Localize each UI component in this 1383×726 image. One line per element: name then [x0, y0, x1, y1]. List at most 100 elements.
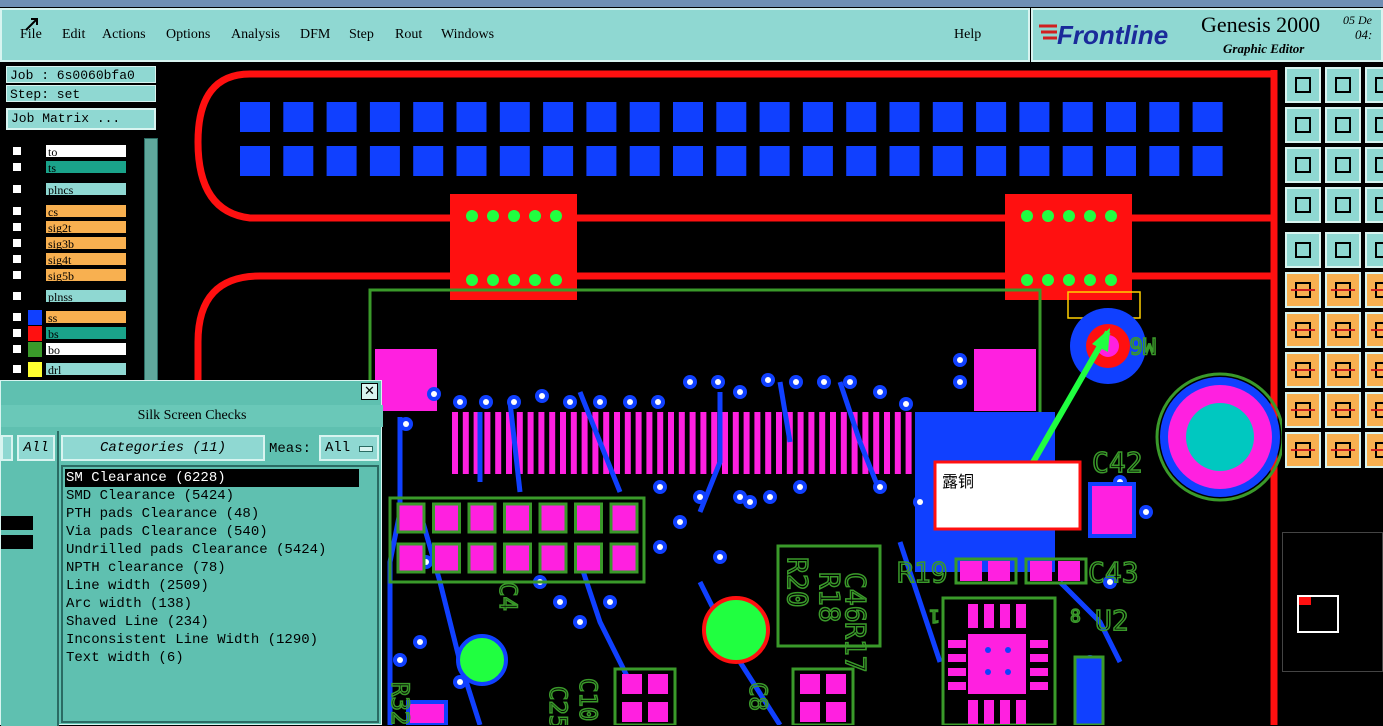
layer-row-sig2t[interactable]: sig2t [10, 220, 128, 235]
category-item[interactable]: Inconsistent Line Width (1290) [65, 631, 359, 649]
left-scroll-button[interactable] [1, 435, 13, 461]
category-item[interactable]: PTH pads Clearance (48) [65, 505, 359, 523]
triangle-edge-icon[interactable] [1365, 392, 1383, 428]
measure-icon[interactable] [1285, 187, 1321, 223]
select-box-icon[interactable] [1325, 432, 1361, 468]
layer-name[interactable]: ts [45, 160, 127, 175]
grid-icon[interactable] [1325, 187, 1361, 223]
layer-row-drl[interactable]: drl [10, 362, 128, 377]
zoom-icon[interactable] [1365, 107, 1383, 143]
arc-icon[interactable] [1365, 312, 1383, 348]
cross-icon[interactable] [1325, 272, 1361, 308]
layer-name[interactable]: sig2t [45, 220, 127, 235]
layer-color-swatch[interactable] [28, 220, 42, 235]
layer-row-bs[interactable]: bs [10, 326, 128, 341]
layer-checkbox[interactable] [12, 328, 22, 338]
layer-checkbox[interactable] [12, 162, 22, 172]
layer-color-swatch[interactable] [28, 144, 42, 159]
category-item[interactable]: Line width (2509) [65, 577, 359, 595]
all-button[interactable]: All [17, 435, 55, 461]
menu-dfm[interactable]: DFM [300, 27, 330, 43]
menu-edit[interactable]: Edit [62, 27, 85, 43]
menu-actions[interactable]: Actions [102, 27, 146, 43]
layer-color-swatch[interactable] [28, 236, 42, 251]
snap-icon[interactable] [1365, 187, 1383, 223]
layer-checkbox[interactable] [12, 184, 22, 194]
categories-button[interactable]: Categories (11) [61, 435, 265, 461]
layer-row-cs[interactable]: cs [10, 204, 128, 219]
layer-color-swatch[interactable] [28, 326, 42, 341]
category-item[interactable]: Text width (6) [65, 649, 359, 667]
move-right-icon[interactable] [1325, 107, 1361, 143]
layer-name[interactable]: cs [45, 204, 127, 219]
layer-color-swatch[interactable] [28, 204, 42, 219]
layer-row-ts[interactable]: ts [10, 160, 128, 175]
layer-color-swatch[interactable] [28, 342, 42, 357]
layer-checkbox[interactable] [12, 146, 22, 156]
menu-step[interactable]: Step [349, 27, 374, 43]
layer-icon[interactable] [1325, 232, 1361, 268]
layer-checkbox[interactable] [12, 270, 22, 280]
move-up-icon[interactable] [1285, 67, 1321, 103]
layer-name[interactable]: to [45, 144, 127, 159]
triangle-icon[interactable] [1285, 392, 1321, 428]
category-item[interactable]: Undrilled pads Clearance (5424) [65, 541, 359, 559]
move-down-icon[interactable] [1325, 67, 1361, 103]
layer-scrollbar[interactable] [144, 138, 158, 384]
layer-name[interactable]: ss [45, 310, 127, 325]
layer-row-sig5b[interactable]: sig5b [10, 268, 128, 283]
menu-help[interactable]: Help [954, 27, 981, 43]
zoom-fit-icon[interactable] [1285, 147, 1321, 183]
layer-row-plncs[interactable]: plncs [10, 182, 128, 197]
net-icon[interactable] [1285, 272, 1321, 308]
connect-icon[interactable] [1365, 272, 1383, 308]
layer-name[interactable]: sig4t [45, 252, 127, 267]
scroll-icon[interactable] [1365, 67, 1383, 103]
zoom-center-icon[interactable] [1325, 147, 1361, 183]
overview-minimap[interactable] [1282, 532, 1383, 672]
line-icon[interactable] [1325, 312, 1361, 348]
layer-checkbox[interactable] [12, 206, 22, 216]
menu-analysis[interactable]: Analysis [231, 27, 280, 43]
triangle-select-icon[interactable] [1325, 392, 1361, 428]
category-item[interactable]: Via pads Clearance (540) [65, 523, 359, 541]
layer-name[interactable]: drl [45, 362, 127, 377]
job-matrix-button[interactable]: Job Matrix ... [6, 108, 156, 130]
layer-name[interactable]: plnss [45, 289, 127, 304]
layer-row-bo[interactable]: bo [10, 342, 128, 357]
select-area-icon[interactable] [1365, 432, 1383, 468]
layer-color-swatch[interactable] [28, 268, 42, 283]
layer-checkbox[interactable] [12, 291, 22, 301]
layer-color-swatch[interactable] [28, 182, 42, 197]
angle-icon[interactable] [1285, 312, 1321, 348]
category-item[interactable]: SM Clearance (6228) [65, 469, 359, 487]
minimap-viewport[interactable] [1297, 595, 1339, 633]
select-arrow-icon[interactable] [1285, 432, 1321, 468]
layer-checkbox[interactable] [12, 344, 22, 354]
menu-options[interactable]: Options [166, 27, 210, 43]
meas-select[interactable]: All [319, 435, 379, 461]
layer-name[interactable]: sig5b [45, 268, 127, 283]
layer-checkbox[interactable] [12, 254, 22, 264]
layer-checkbox[interactable] [12, 222, 22, 232]
layer-row-to[interactable]: to [10, 144, 128, 159]
category-item[interactable]: Shaved Line (234) [65, 613, 359, 631]
pad-icon[interactable] [1285, 232, 1321, 268]
layer-checkbox[interactable] [12, 238, 22, 248]
dialog-close-button[interactable]: ✕ [361, 383, 378, 400]
square-node-icon[interactable] [1285, 352, 1321, 388]
layer-color-swatch[interactable] [28, 252, 42, 267]
layer-color-swatch[interactable] [28, 160, 42, 175]
layer-checkbox[interactable] [12, 312, 22, 322]
layer-row-sig3b[interactable]: sig3b [10, 236, 128, 251]
result-row-2[interactable] [1, 535, 33, 549]
layer-name[interactable]: sig3b [45, 236, 127, 251]
layer-row-sig4t[interactable]: sig4t [10, 252, 128, 267]
horizontal-line-icon[interactable] [1325, 352, 1361, 388]
category-item[interactable]: SMD Clearance (5424) [65, 487, 359, 505]
layer-color-swatch[interactable] [28, 362, 42, 377]
move-left-icon[interactable] [1285, 107, 1321, 143]
layer-row-ss[interactable]: ss [10, 310, 128, 325]
layer-checkbox[interactable] [12, 364, 22, 374]
layer-name[interactable]: bs [45, 326, 127, 341]
